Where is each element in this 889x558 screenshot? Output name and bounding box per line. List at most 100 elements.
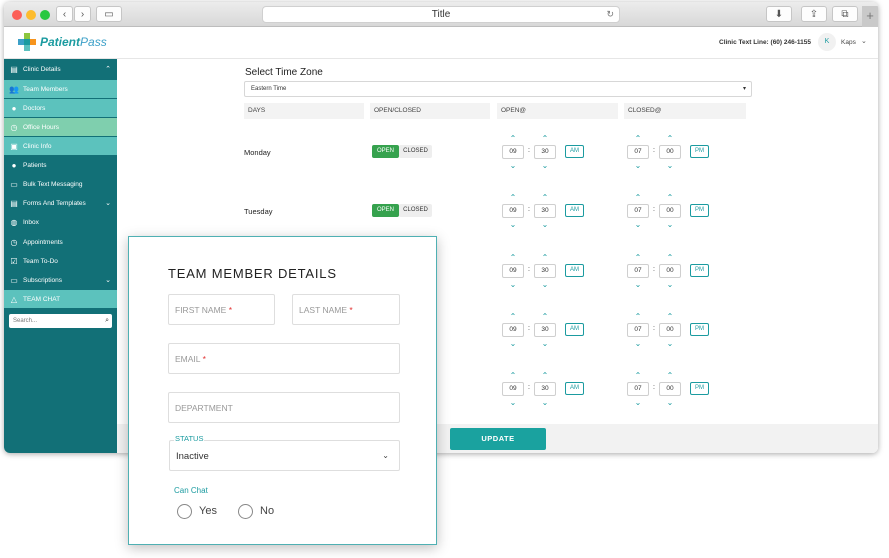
sidebar-item-office-hours[interactable]: ◷ Office Hours (4, 118, 117, 136)
minute-up-icon[interactable]: ⌃ (534, 135, 556, 143)
sidebar-item-patients[interactable]: ● Patients (4, 156, 117, 174)
minute-down-icon[interactable]: ⌄ (659, 162, 681, 170)
closed-toggle-button[interactable]: CLOSED (399, 204, 432, 217)
open-ampm-toggle[interactable]: AM (565, 145, 584, 158)
hour-up-icon[interactable]: ⌃ (502, 254, 524, 262)
sidebar-item-clinic-details[interactable]: ▤ Clinic Details ⌃ (4, 60, 117, 78)
closed-toggle-button[interactable]: CLOSED (399, 145, 432, 158)
address-bar[interactable]: Title ↻ (262, 6, 620, 23)
department-field[interactable]: DEPARTMENT (168, 392, 400, 423)
close-minute-input[interactable]: 00 (659, 323, 681, 337)
status-select[interactable]: Inactive ⌄ (169, 440, 400, 471)
chevron-down-icon[interactable]: ⌄ (861, 37, 867, 45)
close-hour-input[interactable]: 07 (627, 204, 649, 218)
hour-down-icon[interactable]: ⌄ (627, 399, 649, 407)
sidebar-item-forms-and-templates[interactable]: ▤ Forms And Templates ⌄ (4, 194, 117, 212)
download-icon[interactable]: ⬇ (766, 6, 792, 22)
open-ampm-toggle[interactable]: AM (565, 204, 584, 217)
close-minute-input[interactable]: 00 (659, 145, 681, 159)
new-tab-icon[interactable]: + (862, 6, 878, 27)
minute-up-icon[interactable]: ⌃ (659, 313, 681, 321)
search-input[interactable]: Search... ⌕ (9, 314, 112, 328)
minute-down-icon[interactable]: ⌄ (534, 340, 556, 348)
hour-up-icon[interactable]: ⌃ (627, 194, 649, 202)
hour-down-icon[interactable]: ⌄ (502, 162, 524, 170)
close-ampm-toggle[interactable]: PM (690, 382, 709, 395)
minimize-window-button[interactable] (26, 10, 36, 20)
open-hour-input[interactable]: 09 (502, 204, 524, 218)
open-minute-input[interactable]: 30 (534, 264, 556, 278)
can-chat-no-label[interactable]: No (260, 505, 274, 517)
hour-up-icon[interactable]: ⌃ (627, 372, 649, 380)
minute-down-icon[interactable]: ⌄ (659, 281, 681, 289)
close-ampm-toggle[interactable]: PM (690, 145, 709, 158)
open-hour-input[interactable]: 09 (502, 382, 524, 396)
open-closed-toggle[interactable]: OPEN CLOSED (372, 145, 432, 158)
hour-down-icon[interactable]: ⌄ (502, 340, 524, 348)
reload-icon[interactable]: ↻ (606, 7, 614, 22)
open-minute-input[interactable]: 30 (534, 145, 556, 159)
hour-up-icon[interactable]: ⌃ (502, 372, 524, 380)
open-toggle-button[interactable]: OPEN (372, 145, 399, 158)
tabs-overview-icon[interactable]: ⧉ (832, 6, 858, 22)
hour-up-icon[interactable]: ⌃ (502, 135, 524, 143)
hour-down-icon[interactable]: ⌄ (627, 340, 649, 348)
minute-down-icon[interactable]: ⌄ (534, 281, 556, 289)
minute-up-icon[interactable]: ⌃ (534, 372, 556, 380)
minute-up-icon[interactable]: ⌃ (534, 254, 556, 262)
brand-logo[interactable]: PatientPass (40, 35, 107, 49)
hour-up-icon[interactable]: ⌃ (627, 135, 649, 143)
hour-up-icon[interactable]: ⌃ (627, 254, 649, 262)
last-name-field[interactable]: LAST NAME * (292, 294, 400, 325)
minute-up-icon[interactable]: ⌃ (659, 194, 681, 202)
hour-up-icon[interactable]: ⌃ (502, 194, 524, 202)
close-hour-input[interactable]: 07 (627, 323, 649, 337)
minute-up-icon[interactable]: ⌃ (659, 372, 681, 380)
sidebar-item-appointments[interactable]: ◷ Appointments (4, 233, 117, 251)
hour-down-icon[interactable]: ⌄ (502, 221, 524, 229)
sidebar-item-subscriptions[interactable]: ▭ Subscriptions ⌄ (4, 271, 117, 289)
can-chat-yes-label[interactable]: Yes (199, 505, 217, 517)
open-minute-input[interactable]: 30 (534, 323, 556, 337)
open-ampm-toggle[interactable]: AM (565, 264, 584, 277)
open-closed-toggle[interactable]: OPEN CLOSED (372, 204, 432, 217)
minute-down-icon[interactable]: ⌄ (534, 221, 556, 229)
first-name-field[interactable]: FIRST NAME * (168, 294, 275, 325)
close-minute-input[interactable]: 00 (659, 382, 681, 396)
open-hour-input[interactable]: 09 (502, 323, 524, 337)
close-ampm-toggle[interactable]: PM (690, 264, 709, 277)
close-ampm-toggle[interactable]: PM (690, 323, 709, 336)
hour-down-icon[interactable]: ⌄ (627, 281, 649, 289)
sidebar-item-clinic-info[interactable]: ▣ Clinic Info (4, 137, 117, 155)
sidebar-item-team-to-do[interactable]: ☑ Team To-Do (4, 252, 117, 270)
forward-icon[interactable]: › (74, 6, 91, 22)
minute-up-icon[interactable]: ⌃ (534, 194, 556, 202)
username[interactable]: Kaps (841, 39, 856, 46)
close-hour-input[interactable]: 07 (627, 264, 649, 278)
update-button[interactable]: UPDATE (450, 428, 546, 450)
minute-down-icon[interactable]: ⌄ (659, 399, 681, 407)
sidebar-item-team-chat[interactable]: △ TEAM CHAT (4, 290, 117, 308)
sidebar-toggle-icon[interactable]: ▭ (96, 6, 122, 22)
minute-up-icon[interactable]: ⌃ (659, 254, 681, 262)
sidebar-item-inbox[interactable]: ◍ Inbox (4, 213, 117, 231)
hour-down-icon[interactable]: ⌄ (502, 399, 524, 407)
minute-up-icon[interactable]: ⌃ (534, 313, 556, 321)
open-ampm-toggle[interactable]: AM (565, 323, 584, 336)
open-hour-input[interactable]: 09 (502, 264, 524, 278)
close-ampm-toggle[interactable]: PM (690, 204, 709, 217)
sidebar-item-team-members[interactable]: 👥 Team Members (4, 80, 117, 98)
share-icon[interactable]: ⇪ (801, 6, 827, 22)
email-field[interactable]: EMAIL * (168, 343, 400, 374)
sidebar-item-bulk-text-messaging[interactable]: ▭ Bulk Text Messaging (4, 175, 117, 193)
sidebar-item-doctors[interactable]: ● Doctors (4, 99, 117, 117)
open-minute-input[interactable]: 30 (534, 382, 556, 396)
hour-down-icon[interactable]: ⌄ (627, 162, 649, 170)
close-minute-input[interactable]: 00 (659, 204, 681, 218)
zoom-window-button[interactable] (40, 10, 50, 20)
minute-down-icon[interactable]: ⌄ (534, 162, 556, 170)
minute-down-icon[interactable]: ⌄ (659, 221, 681, 229)
can-chat-yes-radio[interactable] (177, 504, 192, 519)
minute-up-icon[interactable]: ⌃ (659, 135, 681, 143)
avatar[interactable]: K (818, 33, 836, 51)
